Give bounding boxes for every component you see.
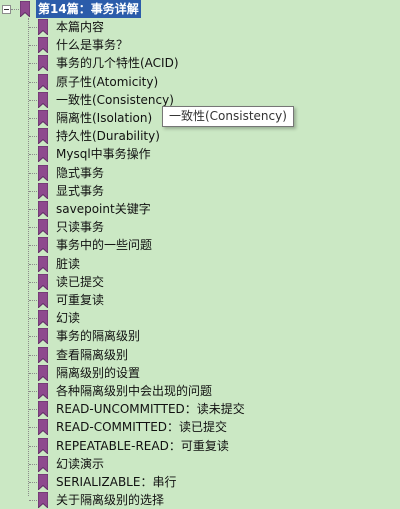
bookmark-root-label: 第14篇：事务详解 [36,0,141,18]
bookmark-icon [38,310,48,326]
bookmark-item-label: READ-COMMITTED：读已提交 [56,420,228,434]
bookmark-item-label: READ-UNCOMMITTED：读未提交 [56,402,245,416]
bookmark-item-label: 持久性(Durability) [56,129,160,143]
bookmark-item-label: 关于隔离级别的选择 [56,493,165,507]
bookmark-item-label: 隐式事务 [56,166,105,180]
tree-branch-line [29,63,37,64]
bookmark-item-label: 本篇内容 [56,20,105,34]
tree-branch-line [29,300,37,301]
bookmark-item-label: 幻读演示 [56,457,105,471]
bookmark-item-label: 查看隔离级别 [56,348,129,362]
tree-root-connector [11,9,19,10]
tree-branch-line [29,27,37,28]
bookmark-item-label: 幻读 [56,311,81,325]
bookmark-icon [38,365,48,381]
bookmark-icon [38,165,48,181]
bookmark-icon [38,274,48,290]
bookmark-icon [38,347,48,363]
bookmark-item-label: Mysql中事务操作 [56,147,151,161]
bookmark-icon [38,128,48,144]
bookmark-item-label: 隔离性(Isolation) [56,111,153,125]
tree-branch-line [29,118,37,119]
bookmark-item-label: 什么是事务？ [56,38,129,52]
tree-branch-line [29,100,37,101]
bookmark-icon [38,19,48,35]
tree-branch-line [29,500,37,501]
bookmark-item-label: 一致性(Consistency) [56,93,174,107]
bookmark-icon [38,401,48,417]
bookmark-item-label: 隔离级别的设置 [56,366,141,380]
tree-branch-line [29,245,37,246]
bookmark-item-label: 事务中的一些问题 [56,238,153,252]
bookmark-icon [38,55,48,71]
bookmark-item-label: 显式事务 [56,184,105,198]
tree-guide-line [28,18,29,496]
hover-tooltip: 一致性(Consistency) [162,106,294,127]
bookmark-icon [38,110,48,126]
bookmark-item-label: 各种隔离级别中会出现的问题 [56,384,213,398]
bookmark-item-label: 只读事务 [56,220,105,234]
bookmark-icon [38,92,48,108]
bookmark-outline-tree: 第14篇：事务详解 本篇内容什么是事务？ 事务的几个特性(ACID) 原子性(Ato… [0,0,400,508]
tree-branch-line [29,209,37,210]
tree-branch-line [29,427,37,428]
tree-branch-line [29,282,37,283]
bookmark-icon [38,219,48,235]
bookmark-item-label: 事务的隔离级别 [56,329,141,343]
bookmark-icon [38,292,48,308]
bookmark-item-label: REPEATABLE-READ：可重复读 [56,439,229,453]
bookmark-icon [38,419,48,435]
bookmark-icon [38,74,48,90]
tree-branch-line [29,191,37,192]
bookmark-item-label: savepoint关键字 [56,202,151,216]
bookmark-icon [38,183,48,199]
bookmark-icon [20,1,30,17]
bookmark-item-label: 脏读 [56,257,81,271]
bookmark-icon [38,456,48,472]
bookmark-item-label: 读已提交 [56,275,105,289]
tree-branch-line [29,336,37,337]
tree-branch-line [29,227,37,228]
tree-branch-line [29,391,37,392]
bookmark-icon [38,474,48,490]
tree-branch-line [29,136,37,137]
bookmark-icon [38,146,48,162]
tree-branch-line [29,373,37,374]
tree-branch-line [29,45,37,46]
bookmark-item-label: 事务的几个特性(ACID) [56,56,179,70]
bookmark-icon [38,37,48,53]
tree-branch-line [29,446,37,447]
tree-branch-line [29,264,37,265]
bookmark-icon [38,256,48,272]
tree-branch-line [29,409,37,410]
tree-branch-line [29,355,37,356]
bookmark-icon [38,237,48,253]
bookmark-icon [38,438,48,454]
tree-branch-line [29,154,37,155]
collapse-toggle-icon[interactable] [2,5,11,14]
bookmark-icon [38,328,48,344]
bookmark-item-label: 可重复读 [56,293,105,307]
tree-branch-line [29,482,37,483]
tree-branch-line [29,318,37,319]
bookmark-item-label: 原子性(Atomicity) [56,75,159,89]
bookmark-icon [38,383,48,399]
bookmark-icon [38,201,48,217]
bookmark-item-label: SERIALIZABLE：串行 [56,475,177,489]
tree-branch-line [29,464,37,465]
tree-branch-line [29,173,37,174]
tree-branch-line [29,82,37,83]
